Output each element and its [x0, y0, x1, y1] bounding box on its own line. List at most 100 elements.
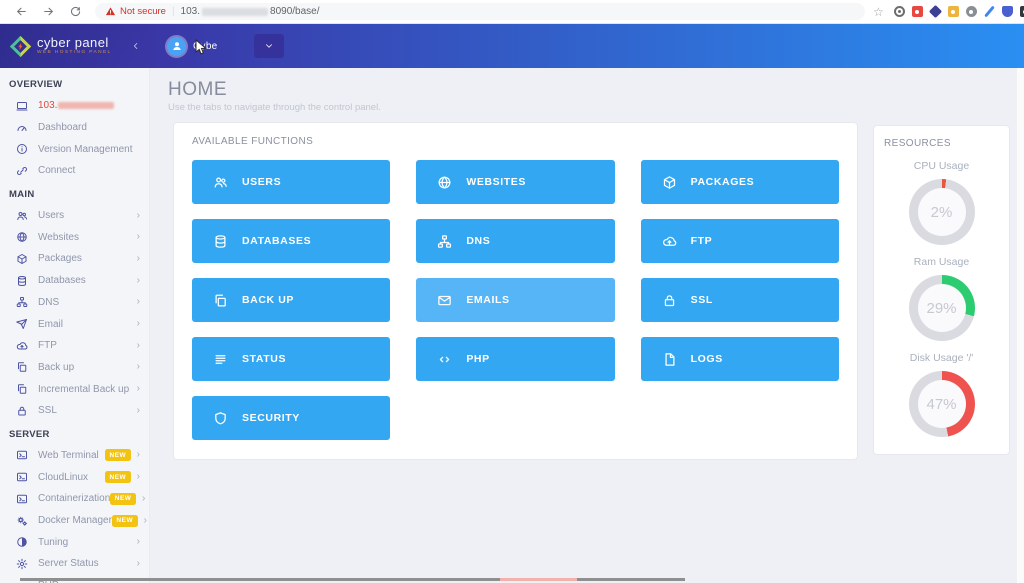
not-secure-label: Not secure — [120, 6, 166, 17]
sidebar-item-label: Users — [38, 210, 64, 221]
yellow-lock-extension-icon[interactable] — [948, 6, 959, 17]
sidebar-section-title-server: SERVER — [9, 429, 149, 441]
cogs-icon — [16, 515, 28, 527]
sidebar-item-ftp[interactable]: FTP › — [0, 335, 149, 357]
terminal-icon — [16, 493, 28, 505]
indigo-shield-extension-icon[interactable] — [929, 5, 942, 18]
sitemap-icon — [16, 296, 28, 308]
horizontal-scrollbar-thumb[interactable] — [500, 578, 577, 581]
top-navbar: Cybe — [150, 24, 1024, 68]
redacted-url-segment — [202, 8, 268, 16]
function-button-dns[interactable]: DNS — [416, 219, 614, 263]
sidebar-item-103[interactable]: 103. — [0, 95, 149, 117]
function-button-label: DATABASES — [242, 235, 311, 247]
sidebar-item-label: Containerization — [38, 493, 110, 504]
terminal-icon — [16, 471, 28, 483]
sidebar-item-users[interactable]: Users › — [0, 205, 149, 227]
address-bar[interactable]: Not secure | 103. 8090/base/ — [95, 3, 865, 20]
brand-logo-area[interactable]: cyber panel WEB HOSTING PANEL — [0, 24, 150, 68]
envelope-icon — [437, 293, 452, 308]
sidebar-item-label: CloudLinux — [38, 472, 88, 483]
cyberpanel-home-page: Not secure | 103. 8090/base/ ☆ cyber pan… — [0, 0, 1024, 583]
sidebar-item-websites[interactable]: Websites › — [0, 226, 149, 248]
available-functions-title: AVAILABLE FUNCTIONS — [192, 136, 839, 147]
sidebar-item-web-terminal[interactable]: Web Terminal NEW› — [0, 445, 149, 467]
dark-square-extension-icon[interactable] — [1020, 6, 1024, 17]
function-button-label: PHP — [466, 353, 489, 365]
sidebar-item-label: Web Terminal — [38, 450, 99, 461]
function-button-label: SECURITY — [242, 412, 300, 424]
eye-extension-icon[interactable] — [894, 6, 905, 17]
sidebar-item-docker-manager[interactable]: Docker Manager NEW› — [0, 510, 149, 532]
blue-shield-extension-icon[interactable] — [1002, 6, 1013, 17]
copy-icon — [16, 383, 28, 395]
function-button-label: DNS — [466, 235, 490, 247]
donut-chart: 29% — [909, 275, 975, 341]
sitemap-icon — [437, 234, 452, 249]
gauge-value: 2% — [909, 179, 975, 245]
function-button-users[interactable]: USERS — [192, 160, 390, 204]
sidebar-item-ssl[interactable]: SSL › — [0, 400, 149, 422]
sidebar-item-incremental-back-up[interactable]: Incremental Back up › — [0, 378, 149, 400]
red-adblock-extension-icon[interactable] — [912, 6, 923, 17]
users-icon — [16, 210, 28, 222]
function-button-label: EMAILS — [466, 294, 509, 306]
sidebar-item-databases[interactable]: Databases › — [0, 270, 149, 292]
terminal-icon — [16, 449, 28, 461]
bookmark-star-icon[interactable]: ☆ — [873, 5, 884, 19]
blue-pen-extension-icon[interactable] — [984, 6, 995, 17]
sidebar-item-email[interactable]: Email › — [0, 313, 149, 335]
globe-icon — [437, 175, 452, 190]
sidebar-item-server-status[interactable]: Server Status › — [0, 553, 149, 575]
function-button-websites[interactable]: WEBSITES — [416, 160, 614, 204]
redacted-ip — [58, 102, 114, 109]
horizontal-scrollbar[interactable] — [20, 578, 685, 581]
chevron-right-icon: › — [137, 472, 140, 482]
chevron-right-icon: › — [137, 297, 140, 307]
donut-chart: 47% — [909, 371, 975, 437]
sidebar-item-packages[interactable]: Packages › — [0, 248, 149, 270]
sidebar-item-label: Websites — [38, 232, 79, 243]
user-dropdown-button[interactable] — [254, 34, 284, 58]
chevron-right-icon: › — [137, 537, 140, 547]
sidebar-item-label: Connect — [38, 165, 75, 176]
browser-back-icon[interactable] — [15, 5, 28, 18]
function-button-label: LOGS — [691, 353, 723, 365]
function-button-php[interactable]: PHP — [416, 337, 614, 381]
function-button-databases[interactable]: DATABASES — [192, 219, 390, 263]
new-badge: NEW — [112, 515, 138, 527]
page-subtitle: Use the tabs to navigate through the con… — [168, 102, 1024, 113]
gauge-label: Disk Usage '/' — [884, 352, 999, 364]
function-button-emails[interactable]: EMAILS — [416, 278, 614, 322]
chevron-right-icon: › — [137, 232, 140, 242]
function-button-status[interactable]: STATUS — [192, 337, 390, 381]
gray-circle-extension-icon[interactable] — [966, 6, 977, 17]
brand-text: cyber panel WEB HOSTING PANEL — [37, 36, 112, 56]
function-button-back-up[interactable]: BACK UP — [192, 278, 390, 322]
function-button-security[interactable]: SECURITY — [192, 396, 390, 440]
sidebar-item-cloudlinux[interactable]: CloudLinux NEW› — [0, 466, 149, 488]
function-button-packages[interactable]: PACKAGES — [641, 160, 839, 204]
sidebar-item-connect[interactable]: Connect — [0, 160, 149, 182]
sidebar-item-tuning[interactable]: Tuning › — [0, 531, 149, 553]
new-badge: NEW — [110, 493, 136, 505]
browser-reload-icon[interactable] — [69, 5, 82, 18]
vertical-scrollbar[interactable] — [1016, 68, 1024, 583]
chevron-right-icon: › — [137, 406, 140, 416]
function-button-logs[interactable]: LOGS — [641, 337, 839, 381]
browser-forward-icon[interactable] — [42, 5, 55, 18]
sidebar-item-back-up[interactable]: Back up › — [0, 357, 149, 379]
main-content: HOME Use the tabs to navigate through th… — [150, 68, 1024, 583]
chevron-right-icon: › — [137, 559, 140, 569]
sidebar-item-containerization[interactable]: Containerization NEW› — [0, 488, 149, 510]
link-icon — [16, 165, 28, 177]
user-avatar[interactable] — [167, 37, 186, 56]
sidebar-item-version-management[interactable]: Version Management — [0, 138, 149, 160]
sidebar-collapse-icon[interactable] — [131, 41, 141, 51]
function-button-ftp[interactable]: FTP — [641, 219, 839, 263]
sidebar-item-dns[interactable]: DNS › — [0, 292, 149, 314]
sidebar-item-dashboard[interactable]: Dashboard — [0, 117, 149, 139]
function-button-ssl[interactable]: SSL — [641, 278, 839, 322]
sidebar-section-title-overview: OVERVIEW — [9, 79, 149, 91]
url-text: 103. 8090/base/ — [181, 6, 320, 17]
